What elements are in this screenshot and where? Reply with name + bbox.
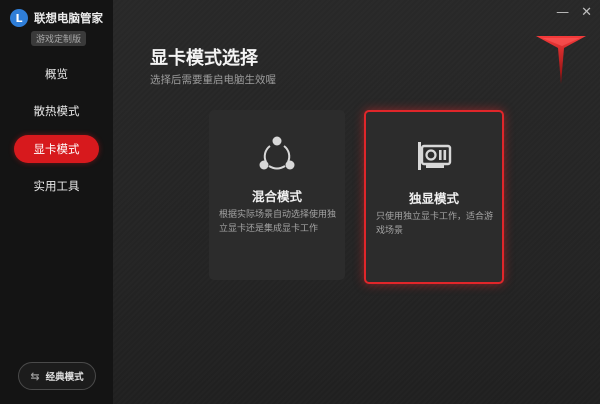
discrete-gpu-mode-title: 独显模式 — [408, 191, 459, 206]
legion-logo-icon — [536, 36, 586, 84]
classic-mode-button[interactable]: ⇆ 经典模式 — [18, 362, 96, 390]
discrete-gpu-mode-description: 只使用独立显卡工作，适合游戏场景 — [376, 212, 494, 236]
window-controls: — ✕ — [556, 6, 592, 20]
brand: L 联想电脑管家 — [10, 9, 103, 27]
page-title: 显卡模式选择 — [150, 48, 258, 69]
page-subtitle: 选择后需要重启电脑生效喔 — [150, 74, 276, 86]
minimize-button[interactable]: — — [556, 6, 569, 20]
app-window: L 联想电脑管家 游戏定制版 概览 散热模式 显卡模式 实用工具 ⇆ 经典模式 … — [0, 0, 600, 404]
discrete-gpu-mode-card[interactable]: 独显模式 只使用独立显卡工作，适合游戏场景 — [364, 110, 504, 284]
hybrid-mode-card[interactable]: 混合模式 根据实际场景自动选择使用独立显卡还是集成显卡工作 — [209, 110, 345, 280]
sidebar: L 联想电脑管家 游戏定制版 概览 散热模式 显卡模式 实用工具 ⇆ 经典模式 — [0, 0, 113, 404]
hybrid-mode-description: 根据实际场景自动选择使用独立显卡还是集成显卡工作 — [219, 210, 337, 234]
swap-arrows-icon: ⇆ — [30, 369, 40, 383]
app-name: 联想电脑管家 — [34, 11, 103, 25]
sidebar-item-gpu-mode[interactable]: 显卡模式 — [14, 135, 99, 163]
close-button[interactable]: ✕ — [581, 6, 592, 20]
graphics-card-icon — [418, 142, 452, 170]
hybrid-mode-title: 混合模式 — [251, 189, 302, 204]
sidebar-item-overview[interactable]: 概览 — [14, 60, 99, 88]
sidebar-item-thermal-mode[interactable]: 散热模式 — [14, 97, 99, 125]
classic-mode-label: 经典模式 — [45, 372, 84, 383]
sidebar-item-utilities[interactable]: 实用工具 — [14, 172, 99, 200]
edition-badge: 游戏定制版 — [31, 31, 87, 46]
share-nodes-icon — [259, 136, 295, 170]
lenovo-logo-icon: L — [10, 9, 28, 27]
main-panel: — ✕ 显卡模式选择 选择后需要重启电脑生效喔 混合模式 根据实际场景自动选择使… — [113, 0, 600, 404]
